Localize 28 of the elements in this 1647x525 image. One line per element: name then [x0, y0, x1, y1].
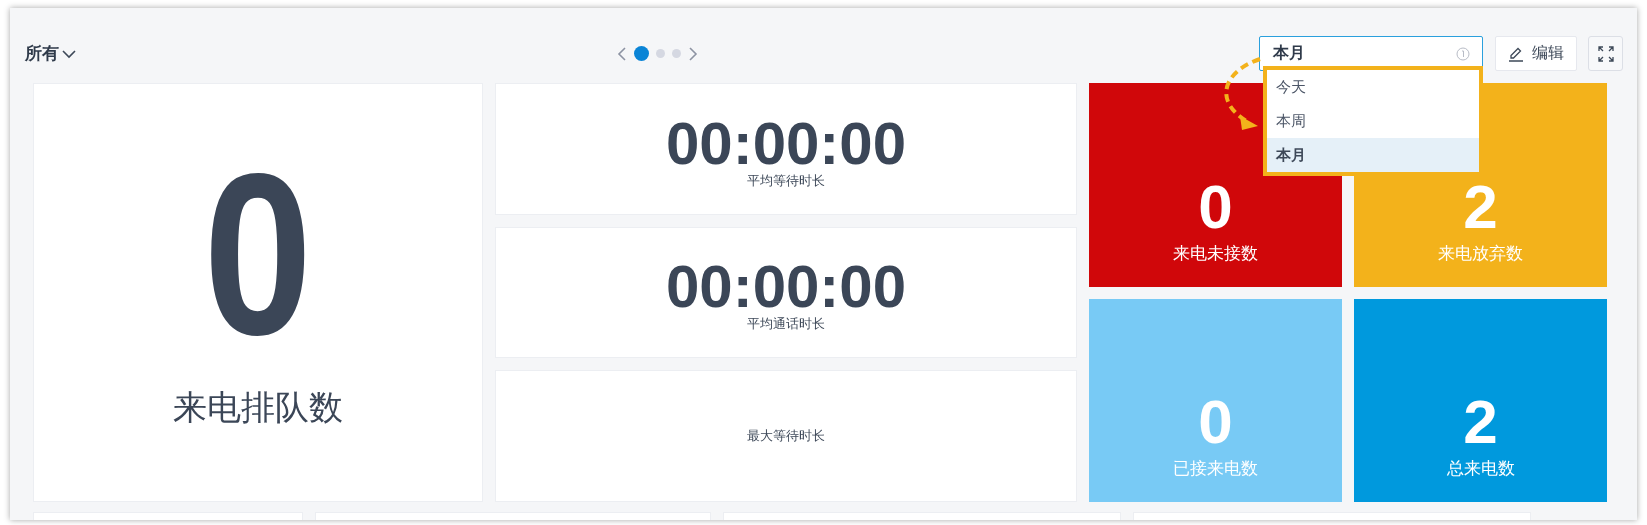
pencil-icon [1508, 45, 1524, 62]
queue-label: 来电排队数 [173, 386, 343, 428]
tile-value: 2 [1463, 175, 1498, 238]
tile-label: 总来电数 [1446, 458, 1515, 480]
duration-value: 00:00:00 [665, 115, 907, 172]
page-dot[interactable] [634, 46, 649, 61]
page-dot[interactable] [672, 49, 681, 58]
tile-label: 来电未接数 [1173, 242, 1258, 265]
filter-dropdown[interactable]: 所有 [25, 42, 76, 65]
clock-icon [1456, 46, 1470, 61]
tile-value: 2 [1463, 391, 1498, 453]
tile-value: 0 [1198, 391, 1233, 453]
tile-label: 已接来电数 [1173, 458, 1258, 480]
expand-icon [1597, 45, 1614, 62]
page-dot[interactable] [656, 49, 665, 58]
chevron-down-icon [62, 48, 76, 59]
chevron-right-icon[interactable] [688, 46, 698, 61]
tile-value: 0 [1198, 175, 1233, 238]
dropdown-option[interactable]: 本月 [1267, 138, 1479, 172]
queue-count: 0 [203, 154, 313, 355]
duration-value: 00:00:00 [665, 259, 907, 316]
tile-label: 来电放弃数 [1438, 242, 1523, 265]
edit-button[interactable]: 编辑 [1495, 36, 1577, 71]
chevron-left-icon[interactable] [617, 46, 627, 61]
fullscreen-button[interactable] [1588, 36, 1623, 71]
duration-label: 平均等待时长 [747, 171, 825, 190]
duration-label: 最大等待时长 [747, 427, 825, 446]
duration-label: 平均通话时长 [747, 315, 825, 334]
